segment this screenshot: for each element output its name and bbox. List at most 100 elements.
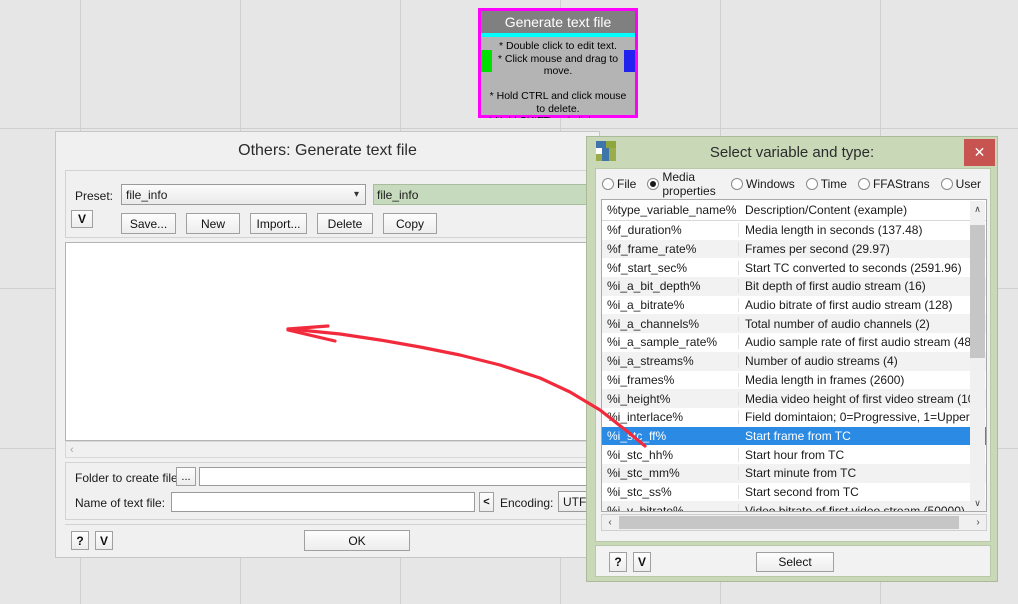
column-header-description: Description/Content (example)	[745, 203, 908, 217]
filename-input[interactable]	[171, 492, 475, 512]
table-row[interactable]: %i_v_bitrate% Video bitrate of first vide…	[602, 501, 986, 511]
table-header-row: %type_variable_name% Description/Content…	[602, 200, 986, 221]
vertical-scroll-thumb[interactable]	[970, 225, 985, 358]
radio-label: FFAStrans	[872, 177, 930, 191]
import-button[interactable]: Import...	[250, 213, 307, 234]
table-row[interactable]: %i_stc_mm% Start minute from TC	[602, 463, 986, 483]
scroll-down-icon[interactable]: ∨	[970, 495, 985, 511]
table-row[interactable]: %i_stc_ss% Start second from TC	[602, 483, 986, 502]
cell-description: Frames per second (29.97)	[745, 242, 890, 257]
radio-user[interactable]: User	[940, 177, 981, 191]
radio-label: Time	[820, 177, 847, 191]
radio-icon	[857, 178, 870, 190]
ok-button[interactable]: OK	[304, 530, 410, 551]
preset-button-row: Save... New Import... Delete Copy	[121, 213, 437, 234]
cell-description: Start minute from TC	[745, 466, 857, 481]
text-content-editor[interactable]	[65, 242, 592, 441]
variables-table[interactable]: %type_variable_name% Description/Content…	[601, 199, 987, 512]
cell-description: Start frame from TC	[745, 428, 851, 443]
table-row[interactable]: %i_height% Media video height of first vi…	[602, 389, 986, 408]
radio-media-properties[interactable]: Media properties	[647, 170, 720, 198]
cell-description: Total number of audio channels (2)	[745, 316, 930, 331]
scroll-left-icon[interactable]: ‹	[70, 444, 74, 456]
right-dialog-footer: ? V Select	[595, 545, 991, 577]
cell-variable-name: %i_interlace%	[602, 410, 739, 425]
radio-label: Windows	[746, 177, 795, 191]
editor-horizontal-scrollbar[interactable]: ‹	[65, 441, 592, 458]
cell-description: Field domintaion; 0=Progressive, 1=Upper…	[745, 410, 983, 425]
preset-combobox[interactable]: file_info ▾	[121, 184, 366, 205]
flow-node-generate-text-file[interactable]: Generate text file * Double click to edi…	[478, 8, 638, 118]
table-row[interactable]: %f_frame_rate% Frames per second (29.97)	[602, 239, 986, 259]
radio-icon	[805, 178, 818, 190]
radio-ffastrans[interactable]: FFAStrans	[857, 177, 930, 191]
close-icon[interactable]: ✕	[964, 139, 995, 166]
table-row[interactable]: %f_duration% Media length in seconds (137…	[602, 221, 986, 240]
radio-icon	[731, 178, 744, 190]
scroll-right-icon[interactable]: ›	[970, 515, 986, 530]
folder-input[interactable]	[199, 467, 592, 486]
table-row[interactable]: %i_frames% Media length in frames (2600)	[602, 371, 986, 390]
cell-description: Start second from TC	[745, 484, 859, 499]
table-horizontal-scrollbar[interactable]: ‹ ›	[601, 514, 987, 531]
cell-variable-name: %i_stc_ff%	[602, 428, 739, 443]
radio-windows[interactable]: Windows	[731, 177, 795, 191]
cell-description: Audio sample rate of first audio stream …	[745, 335, 985, 350]
help-button-right[interactable]: ?	[609, 552, 627, 572]
folder-browse-button[interactable]: ...	[176, 467, 196, 486]
left-dialog-title: Others: Generate text file	[238, 142, 417, 159]
flow-node-output-port[interactable]	[624, 50, 635, 72]
table-row[interactable]: %i_a_sample_rate% Audio sample rate of fi…	[602, 333, 986, 352]
cell-variable-name: %f_start_sec%	[602, 260, 739, 275]
copy-button[interactable]: Copy	[383, 213, 437, 234]
new-button[interactable]: New	[186, 213, 240, 234]
preset-combobox-value: file_info	[126, 187, 168, 202]
table-row[interactable]: %i_a_bit_depth% Bit depth of first audio …	[602, 277, 986, 296]
preset-panel: Preset: file_info ▾ file_info Save... Ne…	[65, 170, 601, 238]
preset-name-value: file_info	[377, 187, 419, 202]
radio-time[interactable]: Time	[805, 177, 847, 191]
radio-icon	[602, 178, 614, 190]
filename-insert-variable-button[interactable]: <	[479, 492, 494, 512]
table-row[interactable]: %i_stc_hh% Start hour from TC	[602, 445, 986, 464]
flow-node-inner: Generate text file * Double click to edi…	[481, 11, 635, 118]
cell-variable-name: %i_height%	[602, 391, 739, 406]
table-row[interactable]: %i_a_channels% Total number of audio chan…	[602, 314, 986, 334]
flow-node-help-text: * Double click to edit text. * Click mou…	[488, 40, 628, 118]
cell-description: Start hour from TC	[745, 447, 845, 462]
cell-variable-name: %i_frames%	[602, 372, 739, 387]
cell-description: Media video height of first video stream…	[745, 391, 982, 406]
select-button[interactable]: Select	[756, 552, 834, 572]
table-row[interactable]: %i_stc_ff% Start frame from TC	[602, 426, 986, 446]
variables-expand-button[interactable]: V	[71, 210, 93, 228]
save-button[interactable]: Save...	[121, 213, 176, 234]
table-row[interactable]: %f_start_sec% Start TC converted to secon…	[602, 258, 986, 277]
flow-node-input-port[interactable]	[481, 50, 492, 72]
scroll-left-icon[interactable]: ‹	[602, 515, 618, 530]
help-button[interactable]: ?	[71, 531, 89, 550]
right-dialog-titlebar[interactable]: Select variable and type: ✕	[587, 137, 997, 168]
cell-description: Start TC converted to seconds (2591.96)	[745, 260, 962, 275]
table-row[interactable]: %i_interlace% Field domintaion; 0=Progres…	[602, 408, 986, 427]
table-row[interactable]: %i_a_streams% Number of audio streams (4)	[602, 351, 986, 371]
delete-button[interactable]: Delete	[317, 213, 373, 234]
radio-label: User	[955, 177, 981, 191]
table-vertical-scrollbar[interactable]: ∧ ∨	[970, 201, 985, 511]
cell-variable-name: %i_a_streams%	[602, 354, 739, 369]
variables-button-right[interactable]: V	[633, 552, 651, 572]
cell-description: Audio bitrate of first audio stream (128…	[745, 298, 953, 313]
radio-label: File	[617, 177, 637, 191]
right-dialog-title: Select variable and type:	[709, 144, 875, 161]
cell-variable-name: %i_a_bit_depth%	[602, 279, 739, 294]
cell-variable-name: %i_stc_mm%	[602, 466, 739, 481]
cell-variable-name: %i_a_bitrate%	[602, 298, 739, 313]
preset-name-field[interactable]: file_info	[373, 184, 601, 205]
variables-button[interactable]: V	[95, 531, 113, 550]
table-row[interactable]: %i_a_bitrate% Audio bitrate of first audi…	[602, 296, 986, 315]
cell-variable-name: %i_stc_ss%	[602, 484, 739, 499]
radio-icon	[940, 178, 953, 190]
horizontal-scroll-thumb[interactable]	[619, 516, 959, 529]
radio-file[interactable]: File	[602, 177, 636, 191]
scroll-up-icon[interactable]: ∧	[970, 201, 985, 218]
cell-variable-name: %f_frame_rate%	[602, 242, 739, 257]
